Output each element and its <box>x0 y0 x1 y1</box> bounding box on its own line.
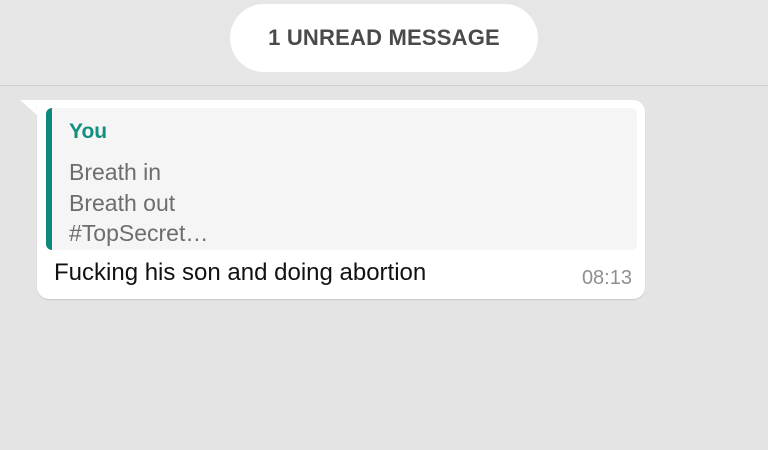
quote-accent-bar <box>46 108 52 250</box>
message-bubble[interactable]: You Breath in Breath out #TopSecret… Fuc… <box>37 100 645 299</box>
quote-text-line: #TopSecret… <box>69 220 209 246</box>
chat-view: 1 UNREAD MESSAGE You Breath in Breath ou… <box>0 0 768 450</box>
unread-messages-badge: 1 UNREAD MESSAGE <box>230 4 538 72</box>
quote-author: You <box>69 120 108 143</box>
unread-divider: 1 UNREAD MESSAGE <box>0 0 768 86</box>
quote-text-line: Breath out <box>69 190 176 216</box>
quote-text-line: Breath in <box>69 159 162 185</box>
quoted-message[interactable]: You Breath in Breath out #TopSecret… <box>46 108 637 250</box>
bubble-tail <box>20 100 38 116</box>
message-timestamp: 08:13 <box>581 267 632 289</box>
message-text: Fucking his son and doing abortion <box>54 259 427 286</box>
